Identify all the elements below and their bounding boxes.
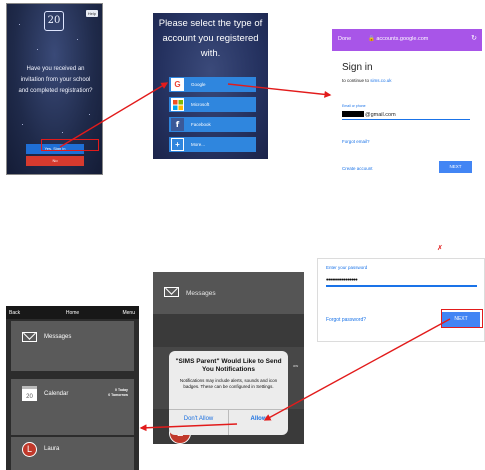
arrow-to-google-signin — [227, 83, 332, 98]
flow-arrows — [59, 82, 451, 432]
tutorial-collage: 20 Help Have you received an invitation … — [0, 0, 485, 470]
arrow-to-account-type — [59, 82, 169, 148]
yes-button-highlight — [41, 139, 99, 151]
arrow-to-allow — [263, 318, 451, 421]
arrow-to-home — [139, 423, 238, 432]
next-button-highlight — [441, 309, 483, 328]
